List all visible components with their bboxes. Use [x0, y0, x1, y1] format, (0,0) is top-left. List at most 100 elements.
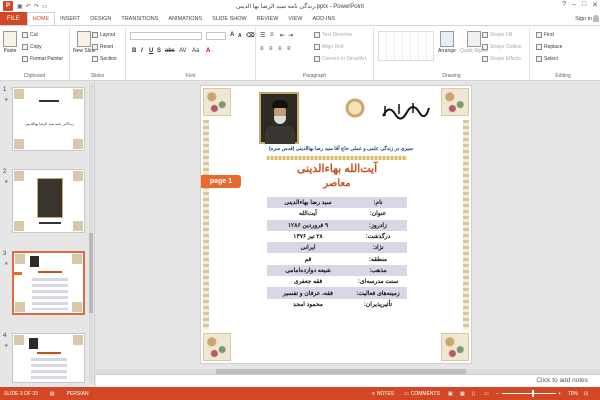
table-row: نژاد: ایرانی	[267, 242, 407, 254]
copy-button[interactable]: Copy	[22, 44, 42, 50]
text-direction-button[interactable]: Text Direction	[314, 32, 352, 38]
change-case-button[interactable]: Aa	[192, 48, 199, 54]
shape-outline-button[interactable]: Shape Outline	[482, 44, 522, 50]
title-mark	[38, 271, 62, 273]
thumbnail-number: 1	[3, 87, 7, 93]
format-painter-button[interactable]: Format Painter	[22, 56, 63, 62]
shrink-font-icon[interactable]: A	[238, 33, 242, 39]
font-size-combo[interactable]	[206, 32, 226, 40]
find-button[interactable]: Find	[536, 32, 554, 38]
cut-button[interactable]: Cut	[22, 32, 38, 38]
spellcheck-icon[interactable]: ▤	[50, 391, 55, 397]
tab-add-ins[interactable]: ADD-INS	[307, 12, 340, 25]
font-name-combo[interactable]	[130, 32, 202, 40]
align-text-button[interactable]: Align Text	[314, 44, 344, 50]
portrait-image	[259, 92, 299, 144]
window-title: زندگی نامه سید الرضا بها الدینی.pptx - P…	[236, 4, 364, 10]
reading-view-icon[interactable]: ▯	[472, 391, 475, 397]
paste-button[interactable]: Paste	[3, 31, 17, 54]
tab-view[interactable]: VIEW	[283, 12, 307, 25]
shadow-button[interactable]: S	[157, 48, 161, 54]
transition-star-icon: ★	[4, 343, 9, 349]
section-button[interactable]: Section	[92, 56, 117, 62]
slide-thumbnail-3[interactable]	[12, 251, 85, 315]
shapes-gallery[interactable]	[378, 31, 434, 61]
tab-slide-show[interactable]: SLIDE SHOW	[207, 12, 252, 25]
tab-animations[interactable]: ANIMATIONS	[163, 12, 207, 25]
slide-title: آیت‌الله بهاءالدینی	[296, 163, 378, 175]
font-color-button[interactable]: A	[206, 48, 210, 54]
slide-thumbnail-4[interactable]	[12, 333, 85, 383]
notes-pane[interactable]: Click to add notes	[96, 374, 600, 387]
zoom-level[interactable]: 70%	[568, 391, 578, 397]
shape-fill-button[interactable]: Shape Fill	[482, 32, 512, 38]
shape-effects-button[interactable]: Shape Effects	[482, 56, 521, 62]
bullets-icon[interactable]: ☰	[260, 32, 265, 39]
corner-ornament	[73, 221, 83, 231]
zoom-slider-knob[interactable]	[532, 390, 534, 397]
sign-in-link[interactable]: Sign in	[575, 16, 592, 22]
language-indicator[interactable]: PERSIAN	[67, 391, 89, 397]
clear-formatting-icon[interactable]: ⌫	[246, 32, 254, 39]
slide-editing-area: سیری در زندگی علمی و عملی حاج آقا سید رض…	[96, 81, 600, 369]
close-button[interactable]: ✕	[592, 1, 598, 9]
italic-button[interactable]: I	[141, 48, 143, 54]
paste-icon	[3, 31, 17, 47]
notes-placeholder[interactable]: Click to add notes	[536, 377, 588, 384]
maximize-button[interactable]: □	[582, 1, 586, 9]
zoom-in-button[interactable]: +	[558, 391, 561, 397]
zoom-out-button[interactable]: –	[496, 391, 499, 397]
scissors-icon	[22, 32, 28, 38]
arrange-button[interactable]: Arrange	[438, 31, 456, 54]
tab-file[interactable]: FILE	[0, 12, 27, 25]
copy-label: Copy	[30, 44, 42, 50]
row-value: فقه، عرفان و تفسیر	[282, 290, 334, 297]
user-icon[interactable]	[593, 15, 599, 22]
arrange-icon	[439, 31, 454, 47]
justify-icon[interactable]: ≡	[287, 46, 291, 52]
row-label: نژاد:	[372, 245, 384, 252]
character-spacing-button[interactable]: AV	[179, 48, 187, 54]
align-text-icon	[314, 44, 320, 50]
tab-transitions[interactable]: TRANSITIONS	[116, 12, 163, 25]
bold-button[interactable]: B	[132, 48, 136, 54]
align-right-icon[interactable]: ≡	[278, 46, 282, 52]
align-center-icon[interactable]: ≡	[269, 46, 273, 52]
minimize-button[interactable]: –	[572, 1, 576, 9]
increase-indent-icon[interactable]: ⇥	[288, 32, 293, 39]
layout-button[interactable]: Layout	[92, 32, 115, 38]
help-button[interactable]: ?	[562, 1, 566, 9]
align-left-icon[interactable]: ≡	[260, 46, 264, 52]
reset-button[interactable]: Reset	[92, 44, 113, 50]
comments-button[interactable]: ▭ COMMENTS	[404, 391, 440, 397]
scrollbar-thumb[interactable]	[89, 233, 93, 313]
select-button[interactable]: Select	[536, 56, 558, 62]
thumbnails-scrollbar[interactable]	[89, 83, 93, 383]
slide-thumbnail-1[interactable]: زندگانی نامه سید الرضا بهاالدینی	[12, 87, 85, 151]
convert-smartart-button[interactable]: Convert to SmartArt	[314, 56, 366, 62]
replace-button[interactable]: Replace	[536, 44, 562, 50]
table-mark	[32, 278, 68, 310]
replace-label: Replace	[544, 44, 563, 50]
grow-font-icon[interactable]: A	[230, 32, 234, 38]
table-row: مذهب: شیعه دوازده‌امامی	[267, 264, 407, 277]
current-slide[interactable]: سیری در زندگی علمی و عملی حاج آقا سید رض…	[200, 85, 472, 364]
tab-design[interactable]: DESIGN	[85, 12, 116, 25]
tab-insert[interactable]: INSERT	[55, 12, 85, 25]
underline-button[interactable]: U	[149, 48, 153, 54]
fit-to-window-icon[interactable]: ⊡	[584, 391, 588, 397]
corner-ornament	[14, 335, 24, 345]
numbering-icon[interactable]: ≡	[270, 32, 274, 38]
tab-home[interactable]: HOME	[26, 12, 56, 25]
zoom-slider[interactable]	[502, 393, 556, 394]
notes-button[interactable]: ≡ NOTES	[372, 391, 394, 397]
slide-thumbnail-2[interactable]	[12, 169, 85, 233]
normal-view-icon[interactable]: ▣	[448, 391, 453, 397]
decrease-indent-icon[interactable]: ⇤	[280, 32, 285, 39]
reset-icon	[92, 44, 98, 50]
slide-sorter-icon[interactable]: ▦	[460, 391, 465, 397]
pen-icon	[482, 44, 488, 50]
slideshow-view-icon[interactable]: ▭	[484, 391, 489, 397]
tab-review[interactable]: REVIEW	[252, 12, 284, 25]
strikethrough-button[interactable]: abc	[165, 48, 175, 54]
